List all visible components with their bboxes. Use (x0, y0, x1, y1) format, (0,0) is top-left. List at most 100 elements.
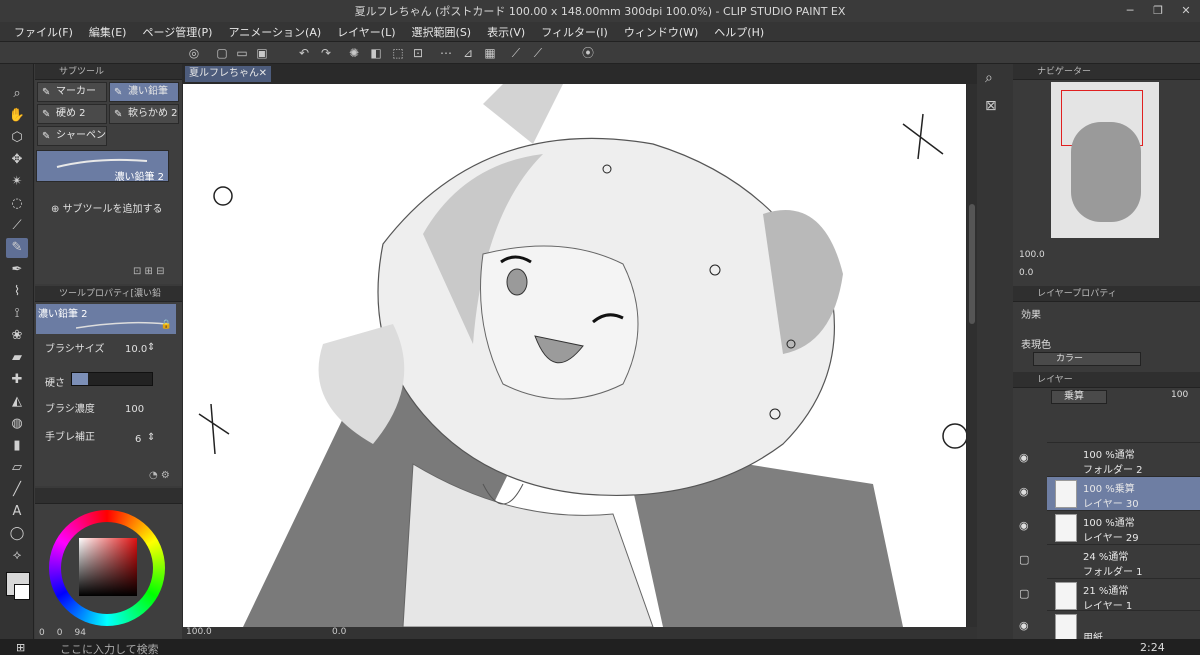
lock-icon[interactable]: 🔒 (161, 320, 172, 330)
layer-row[interactable]: ▢ 24 %通常 フォルダー 1 (1019, 544, 1200, 578)
add-subtool-button[interactable]: ⊕ サブツールを追加する (51, 200, 163, 215)
menu-window[interactable]: ウィンドウ(W) (616, 24, 706, 40)
eye-icon[interactable]: ◉ (1019, 485, 1029, 498)
material-icon[interactable]: ⊠ (985, 98, 997, 114)
tab-document[interactable]: 夏ルフレちゃん ✕ (185, 66, 271, 82)
snap-icon[interactable]: ⋯ (438, 45, 454, 61)
close-button[interactable]: ✕ (1172, 0, 1200, 22)
eye-icon[interactable]: ◉ (1019, 519, 1029, 532)
undo-icon[interactable]: ↶ (296, 45, 312, 61)
menu-selection[interactable]: 選択範囲(S) (404, 24, 480, 40)
zoom-value[interactable]: 100.0 (186, 627, 212, 637)
expression-color-select[interactable]: カラー (1033, 352, 1141, 366)
menu-view[interactable]: 表示(V) (479, 24, 533, 40)
move-icon[interactable]: ✥ (6, 150, 28, 170)
open-file-icon[interactable]: ▭ (234, 45, 250, 61)
pencil-icon[interactable]: ✎ (6, 238, 28, 258)
eye-icon[interactable]: ▢ (1019, 587, 1029, 600)
subtool-soft2[interactable]: ✎ 軟らかめ 2 (109, 104, 179, 124)
subtool-dark-pencil[interactable]: ✎ 濃い鉛筆 (109, 82, 179, 102)
save-icon[interactable]: ▣ (254, 45, 270, 61)
sub-color-swatch[interactable] (14, 584, 30, 600)
layer-row[interactable]: ◉用紙 (1019, 610, 1200, 644)
menu-file[interactable]: ファイル(F) (6, 24, 81, 40)
object-icon[interactable]: ⬡ (6, 128, 28, 148)
eye-icon[interactable]: ◉ (1019, 451, 1029, 464)
eye-icon[interactable]: ◉ (1019, 619, 1029, 632)
toolprop-preset[interactable]: 濃い鉛筆 2 🔒 (36, 304, 176, 334)
clear-icon[interactable]: ✺ (346, 45, 362, 61)
close-tab-icon[interactable]: ✕ (259, 66, 267, 82)
brush-size-value[interactable]: 10.0 (125, 344, 147, 355)
menu-filter[interactable]: フィルター(I) (533, 24, 616, 40)
brush-preset-preview[interactable]: 濃い鉛筆 2 (36, 150, 169, 183)
redo-icon[interactable]: ↷ (318, 45, 334, 61)
line-icon[interactable]: ╱ (6, 480, 28, 500)
gradient-icon[interactable]: ◍ (6, 414, 28, 434)
layer-row[interactable]: ◉ 100 %通常 レイヤー 29 (1019, 510, 1200, 544)
effect-label: 効果 (1021, 310, 1041, 321)
ruler-icon[interactable]: ▱ (6, 458, 28, 478)
taskbar-search[interactable]: ここに入力して検索 (60, 641, 159, 655)
layer-row[interactable]: ▢ 21 %通常 レイヤー 1 (1019, 578, 1200, 612)
balloon-icon[interactable]: ◯ (6, 524, 28, 544)
menu-help[interactable]: ヘルプ(H) (706, 24, 772, 40)
subtool-marker[interactable]: ✎ マーカー (37, 82, 107, 102)
subtool-hard2[interactable]: ✎ 硬め 2 (37, 104, 107, 124)
stepper-icon[interactable]: ⇕ (147, 342, 155, 353)
subtool-mechanical-pencil[interactable]: ✎ シャーペン (37, 126, 107, 146)
navigator-preview[interactable] (1051, 82, 1159, 238)
stabilizer-value[interactable]: 6 (135, 434, 141, 445)
tool-settings-icon[interactable]: ◔ ⚙ (149, 470, 170, 481)
hand-icon[interactable]: ✋ (6, 106, 28, 126)
help-icon[interactable]: ⦿ (580, 45, 596, 61)
layer-opacity[interactable]: 100 (1171, 390, 1188, 400)
layer-row[interactable]: ◉ 100 %通常 フォルダー 2 (1019, 442, 1200, 476)
menu-edit[interactable]: 編集(E) (81, 24, 135, 40)
text-icon[interactable]: A (6, 502, 28, 522)
navigator-angle[interactable]: 0.0 (1019, 268, 1033, 278)
minimize-button[interactable]: ─ (1116, 0, 1144, 22)
stepper-icon[interactable]: ⇕ (147, 432, 155, 443)
fill-icon[interactable]: ◧ (368, 45, 384, 61)
density-value[interactable]: 100 (125, 404, 144, 415)
new-file-icon[interactable]: ▢ (214, 45, 230, 61)
navigator-zoom[interactable]: 100.0 (1019, 250, 1045, 260)
windows-start-icon[interactable]: ⊞ (16, 641, 25, 654)
figure-icon[interactable]: ▮ (6, 436, 28, 456)
correct-line-icon[interactable]: ⟡ (6, 546, 28, 566)
pen-icon[interactable]: ✒ (6, 260, 28, 280)
hardness-selector[interactable] (71, 372, 153, 386)
menu-layer[interactable]: レイヤー(L) (329, 24, 403, 40)
grid-icon[interactable]: ▦ (482, 45, 498, 61)
subtool-footer-icons[interactable]: ⊡ ⊞ ⊟ (133, 266, 165, 277)
deselect-icon[interactable]: ⊡ (410, 45, 426, 61)
menu-animation[interactable]: アニメーション(A) (220, 24, 329, 40)
fill-bucket-icon[interactable]: ◭ (6, 392, 28, 412)
eraser-icon[interactable]: ▰ (6, 348, 28, 368)
clip-studio-icon[interactable]: ◎ (186, 45, 202, 61)
layer-row[interactable]: ◉ 100 %乗算 レイヤー 30 (1019, 476, 1200, 510)
eyedropper-icon[interactable]: ⟋ (6, 216, 28, 236)
angle-value[interactable]: 0.0 (332, 627, 346, 637)
eye-icon[interactable]: ▢ (1019, 553, 1029, 566)
blend-mode-select[interactable]: 乗算 (1051, 390, 1107, 404)
menu-page[interactable]: ページ管理(P) (134, 24, 220, 40)
brush-sel2-icon[interactable]: ⟋ (530, 45, 546, 61)
brush-icon[interactable]: ⌇ (6, 282, 28, 302)
drawing-canvas[interactable] (183, 84, 966, 627)
ruler-snap-icon[interactable]: ⊿ (460, 45, 476, 61)
scroll-thumb[interactable] (969, 204, 975, 324)
saturation-value-square[interactable] (79, 538, 137, 596)
vertical-scrollbar[interactable] (967, 84, 977, 627)
search-icon[interactable]: ⌕ (985, 70, 993, 86)
auto-select-icon[interactable]: ✴ (6, 172, 28, 192)
brush-sel-icon[interactable]: ⟋ (508, 45, 524, 61)
blend-icon[interactable]: ✚ (6, 370, 28, 390)
decoration-icon[interactable]: ❀ (6, 326, 28, 346)
zoom-icon[interactable]: ⌕ (6, 84, 28, 104)
maximize-button[interactable]: ❐ (1144, 0, 1172, 22)
transform-icon[interactable]: ⬚ (390, 45, 406, 61)
airbrush-icon[interactable]: ⟟ (6, 304, 28, 324)
lasso-icon[interactable]: ◌ (6, 194, 28, 214)
